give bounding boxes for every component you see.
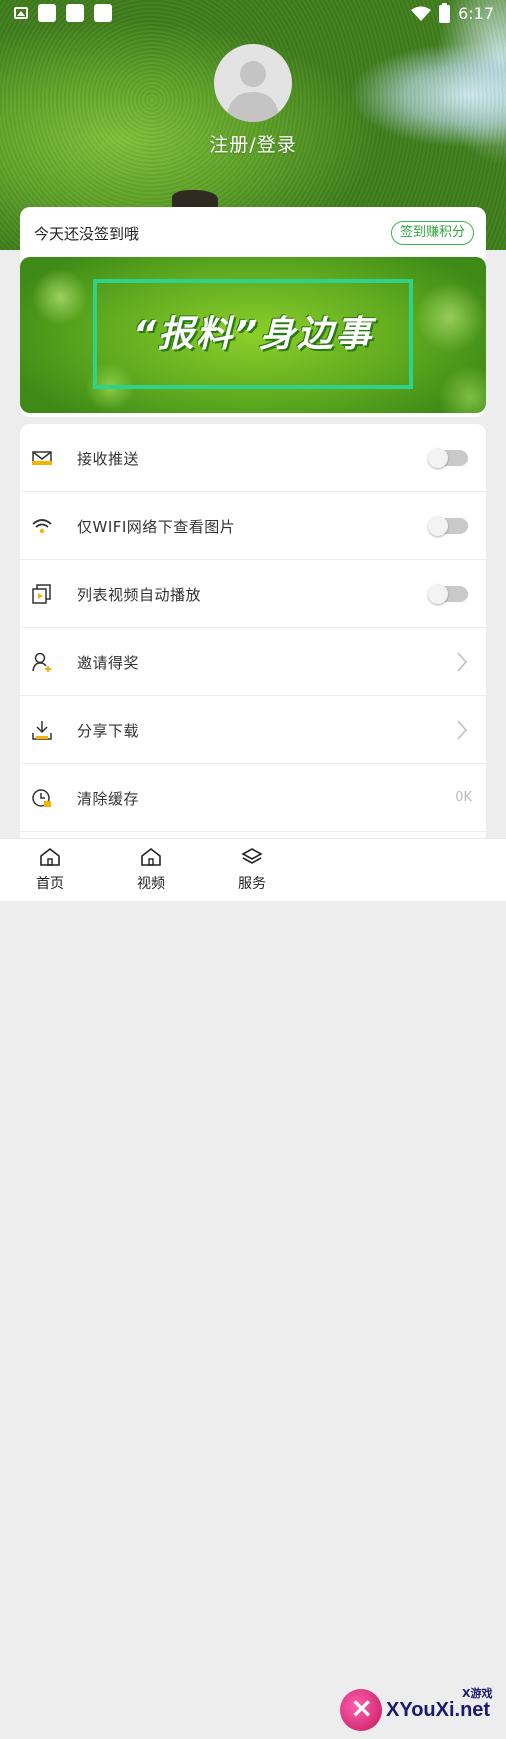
wifi-icon — [32, 519, 52, 534]
image-notification-icon — [14, 7, 28, 19]
push-toggle[interactable] — [428, 448, 468, 468]
avatar[interactable] — [214, 44, 292, 122]
settings-row-label: 邀请得奖 — [77, 654, 140, 672]
system-icons: 6:17 — [411, 2, 494, 23]
sign-in-button[interactable]: 签到赚积分 — [390, 221, 474, 245]
home-icon — [40, 847, 60, 866]
app-notification-icon — [38, 4, 56, 22]
settings-list: 接收推送 仅WIFI网络下查看图片 列表视频自动播放 邀请得奖 分享下载 清除缓… — [20, 424, 486, 844]
settings-row-label: 列表视频自动播放 — [77, 586, 202, 604]
clock: 6:17 — [458, 4, 494, 23]
video-autoplay-icon — [32, 584, 51, 604]
settings-row-clear-cache[interactable]: 清除缓存 0K — [20, 764, 486, 832]
clear-cache-icon — [32, 789, 51, 807]
cache-size: 0K — [455, 790, 472, 805]
scene-rock — [172, 190, 218, 208]
default-user-icon — [226, 61, 280, 122]
settings-row-wifi-images[interactable]: 仅WIFI网络下查看图片 — [20, 492, 486, 560]
app-notification-icon — [66, 4, 84, 22]
watermark-logo — [340, 1689, 382, 1731]
settings-row-label: 分享下载 — [77, 722, 140, 740]
chevron-right-icon — [457, 652, 468, 672]
wifi-signal-icon — [411, 6, 432, 21]
download-icon — [32, 721, 52, 740]
banner-title: “报料”身边事 — [132, 314, 374, 355]
nav-video[interactable]: 视频 — [121, 847, 181, 893]
video-home-icon — [141, 847, 161, 866]
sign-in-message: 今天还没签到哦 — [34, 225, 140, 243]
watermark: X游戏 XYouXi.net — [338, 1681, 506, 1739]
nav-label: 首页 — [36, 876, 64, 892]
settings-row-label: 接收推送 — [77, 450, 140, 468]
settings-row-label: 清除缓存 — [77, 790, 140, 808]
settings-row-autoplay[interactable]: 列表视频自动播放 — [20, 560, 486, 628]
status-bar: 6:17 — [0, 0, 506, 30]
chevron-right-icon — [457, 720, 468, 740]
battery-icon — [439, 2, 451, 23]
nav-service[interactable]: 服务 — [222, 847, 282, 893]
settings-row-invite[interactable]: 邀请得奖 — [20, 628, 486, 696]
settings-row-push[interactable]: 接收推送 — [20, 424, 486, 492]
notification-icons — [14, 4, 112, 22]
promo-banner[interactable]: “报料”身边事 — [20, 257, 486, 413]
push-icon — [32, 451, 52, 465]
nav-label: 视频 — [137, 876, 165, 892]
settings-row-share-download[interactable]: 分享下载 — [20, 696, 486, 764]
autoplay-toggle[interactable] — [428, 584, 468, 604]
wifi-images-toggle[interactable] — [428, 516, 468, 536]
layers-icon — [241, 848, 263, 864]
nav-home[interactable]: 首页 — [20, 847, 80, 893]
app-notification-icon — [94, 4, 112, 22]
bottom-nav: 首页 视频 服务 X游戏 XYouXi.net — [0, 838, 506, 1731]
nav-label: 服务 — [238, 876, 266, 892]
login-link[interactable]: 注册/登录 — [0, 130, 506, 157]
settings-row-label: 仅WIFI网络下查看图片 — [77, 518, 236, 536]
watermark-brand: XYouXi.net — [386, 1699, 491, 1721]
invite-user-icon — [32, 652, 51, 672]
